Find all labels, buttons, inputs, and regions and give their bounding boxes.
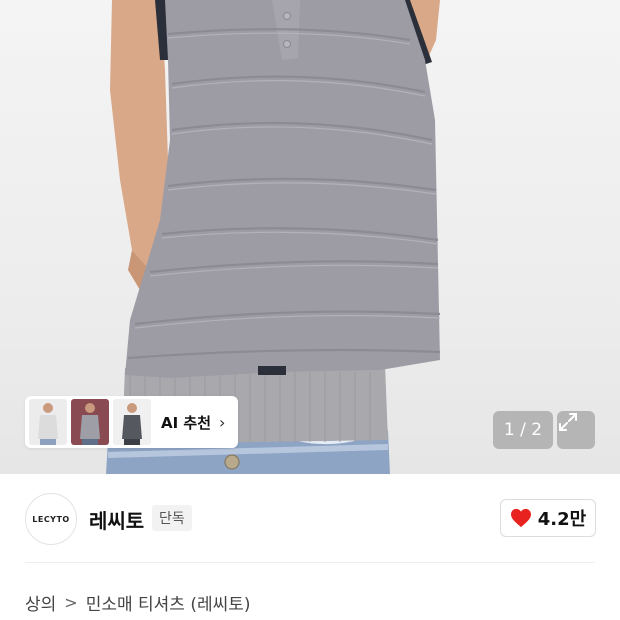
- chevron-right-icon: >: [64, 593, 78, 612]
- recommend-thumb-1[interactable]: [29, 399, 67, 445]
- breadcrumb: 상의 > 민소매 티셔츠 (레씨토): [25, 590, 251, 615]
- brand-row: LECYTO 레씨토 단독 4.2만: [0, 474, 620, 562]
- chevron-right-icon: ›: [219, 412, 226, 432]
- expand-button[interactable]: [557, 411, 595, 449]
- brand-logo[interactable]: LECYTO: [25, 493, 77, 545]
- like-button[interactable]: 4.2만: [500, 499, 596, 537]
- recommend-thumb-3[interactable]: [113, 399, 151, 445]
- breadcrumb-item-subcategory[interactable]: 민소매 티셔츠 (레씨토): [86, 590, 251, 615]
- exclusive-badge: 단독: [152, 505, 192, 531]
- product-image-gallery[interactable]: AI 추천 › 1 / 2: [0, 0, 620, 474]
- recommend-thumb-2[interactable]: [71, 399, 109, 445]
- section-divider: [25, 562, 595, 563]
- ai-recommend-label: AI 추천: [161, 413, 212, 432]
- expand-icon: [559, 413, 577, 431]
- ai-recommend-button[interactable]: AI 추천 ›: [25, 396, 238, 448]
- like-count: 4.2만: [537, 509, 587, 530]
- brand-name[interactable]: 레씨토: [89, 505, 144, 534]
- breadcrumb-item-category[interactable]: 상의: [25, 590, 56, 615]
- image-counter: 1 / 2: [493, 411, 553, 449]
- heart-icon: [510, 508, 531, 528]
